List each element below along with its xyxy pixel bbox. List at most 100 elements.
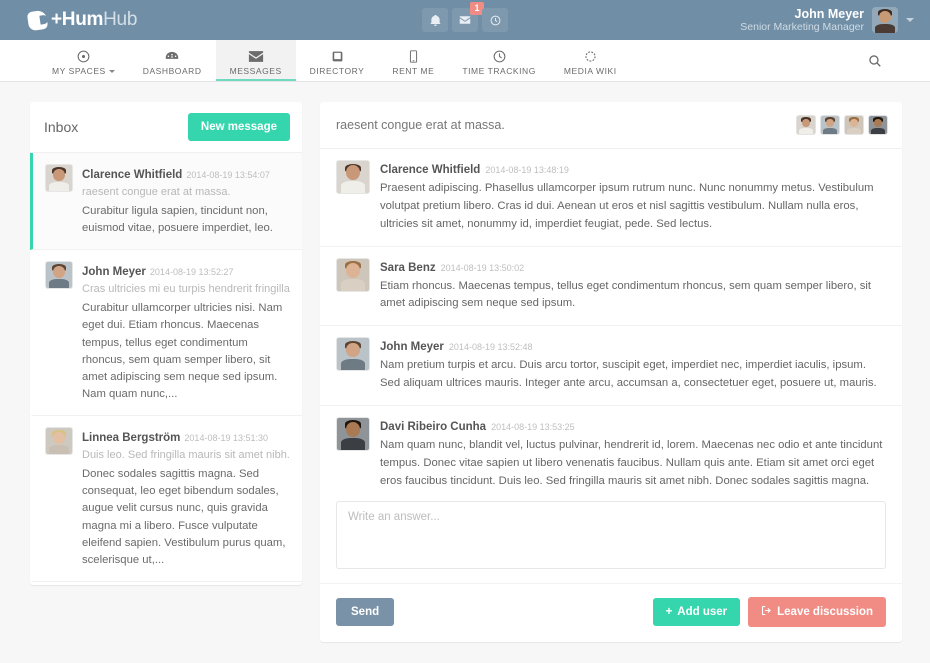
leave-discussion-label: Leave discussion <box>777 606 873 618</box>
avatar-body <box>340 438 366 450</box>
avatar <box>45 427 73 456</box>
avatar-body <box>340 181 366 193</box>
participant-avatar[interactable] <box>820 115 840 135</box>
avatar-face <box>337 417 369 450</box>
avatar[interactable] <box>872 7 898 33</box>
answer-input[interactable] <box>336 501 886 569</box>
avatar-face <box>869 116 887 134</box>
avatar-head <box>53 431 65 444</box>
message-timestamp: 2014-08-19 13:53:25 <box>491 421 575 432</box>
nav-label-my-spaces: MY SPACES <box>52 66 106 76</box>
avatar-face <box>872 7 898 33</box>
user-menu[interactable]: John Meyer Senior Marketing Manager <box>740 7 914 33</box>
message-item: John Meyer 2014-08-19 13:52:48 Nam pretium… <box>320 326 902 406</box>
message-author: John Meyer <box>380 341 444 354</box>
new-message-button[interactable]: New message <box>187 113 290 141</box>
conversation-snippet: Donec sodales sagittis magna. Sed conseq… <box>82 468 286 566</box>
avatar-face <box>821 116 839 134</box>
message-text: Nam pretium turpis et arcu. Duis arcu to… <box>380 359 877 390</box>
message-text: Etiam rhoncus. Maecenas tempus, tellus e… <box>380 279 872 310</box>
send-button[interactable]: Send <box>336 598 395 626</box>
avatar-head <box>879 10 891 23</box>
target-icon <box>77 49 90 63</box>
conversation-item[interactable]: Linnea Bergström 2014-08-19 13:51:30 Duis … <box>30 416 302 582</box>
main-navigation: MY SPACES DASHBOARD MESSAGES DIRECTORY R… <box>0 40 930 82</box>
avatar-face <box>46 428 72 455</box>
participant-avatar[interactable] <box>868 115 888 135</box>
avatar <box>45 261 73 290</box>
plus-icon: + <box>665 606 673 618</box>
avatar-face <box>797 116 815 134</box>
nav-item-messages[interactable]: MESSAGES <box>215 40 296 81</box>
avatar-head <box>53 168 65 181</box>
add-user-label: Add user <box>677 606 728 618</box>
nav-item-directory[interactable]: DIRECTORY <box>296 40 379 81</box>
conversation-item[interactable]: Linnea Bergström2014-08-19 13:51:09Quisq… <box>30 582 302 585</box>
conversation-snippet: Curabitur ullamcorper ultricies nisi. Na… <box>82 302 283 400</box>
participant-avatars <box>796 115 888 135</box>
chevron-down-icon <box>108 70 115 73</box>
nav-item-media-wiki[interactable]: MEDIA WIKI <box>550 40 631 81</box>
conversation-item[interactable]: Clarence Whitfield 2014-08-19 13:54:07 rae… <box>30 153 302 251</box>
leave-discussion-button[interactable]: Leave discussion <box>748 597 886 627</box>
book-icon <box>331 49 344 63</box>
mobile-icon <box>409 49 418 63</box>
bell-icon[interactable] <box>422 8 448 32</box>
clock-icon[interactable] <box>482 8 508 32</box>
nav-item-dashboard[interactable]: DASHBOARD <box>129 40 216 81</box>
search-icon[interactable] <box>868 40 930 81</box>
conversation-sender: Clarence Whitfield <box>82 169 183 181</box>
avatar-body <box>875 23 895 33</box>
conversation-item[interactable]: John Meyer 2014-08-19 13:52:27 Cras ultric… <box>30 250 302 417</box>
nav-label-media-wiki: MEDIA WIKI <box>563 66 617 76</box>
sun-icon <box>584 49 597 63</box>
conversation-list: Clarence Whitfield 2014-08-19 13:54:07 rae… <box>30 153 302 585</box>
topbar-icon-group: 1 <box>422 2 508 32</box>
message-text: Nam quam nunc, blandit vel, luctus pulvi… <box>380 438 883 487</box>
avatar-face <box>46 165 72 191</box>
message-timestamp: 2014-08-19 13:50:02 <box>440 262 525 273</box>
logo-prefix: +Hum <box>51 9 104 30</box>
avatar[interactable] <box>336 416 370 451</box>
participant-avatar[interactable] <box>796 115 816 135</box>
message-author: Davi Ribeiro Cunha <box>380 420 487 433</box>
avatar-head <box>802 118 810 127</box>
conversation-subject: Duis leo. Sed fringilla mauris sit amet … <box>82 449 290 462</box>
conversation-timestamp: 2014-08-19 13:54:07 <box>186 170 270 180</box>
avatar-face <box>337 338 369 371</box>
inbox-panel: Inbox New message Clarence Whitfield 2014… <box>30 102 302 585</box>
avatar-body <box>871 127 885 134</box>
chevron-down-icon[interactable] <box>906 18 914 22</box>
conversation-timestamp: 2014-08-19 13:52:27 <box>149 267 234 278</box>
conversation-sender: John Meyer <box>82 266 146 279</box>
envelope-icon[interactable]: 1 <box>452 2 484 32</box>
nav-item-rent-me[interactable]: RENT ME <box>378 40 448 81</box>
avatar-face <box>337 161 369 193</box>
avatar-head <box>53 265 65 278</box>
avatar[interactable] <box>336 337 370 372</box>
conversation-panel: raesent congue erat at massa. Clarence W… <box>320 102 902 642</box>
message-list: Clarence Whitfield 2014-08-19 13:48:19 Pra… <box>320 149 902 488</box>
add-user-button[interactable]: + Add user <box>652 598 741 626</box>
conversation-subject: raesent congue erat at massa. <box>82 186 231 198</box>
avatar-head <box>826 118 834 127</box>
message-item: Sara Benz 2014-08-19 13:50:02 Etiam rhoncu… <box>320 247 902 327</box>
exit-icon <box>761 605 772 619</box>
inbox-header: Inbox New message <box>30 102 302 153</box>
message-timestamp: 2014-08-19 13:52:48 <box>448 342 533 353</box>
avatar[interactable] <box>336 160 370 194</box>
user-name: John Meyer <box>794 6 864 21</box>
avatar-body <box>799 127 813 134</box>
humhub-logo[interactable]: +HumHub <box>26 9 137 31</box>
nav-item-my-spaces[interactable]: MY SPACES <box>38 40 129 81</box>
humhub-logo-mark <box>26 9 49 31</box>
participant-avatar[interactable] <box>844 115 864 135</box>
avatar-body <box>847 127 861 134</box>
avatar-head <box>345 263 361 278</box>
avatar-body <box>49 181 69 191</box>
message-timestamp: 2014-08-19 13:48:19 <box>485 165 569 175</box>
nav-item-time-tracking[interactable]: TIME TRACKING <box>448 40 550 81</box>
avatar[interactable] <box>336 257 370 292</box>
avatar-head <box>850 118 858 127</box>
conversation-header: raesent congue erat at massa. <box>320 102 902 149</box>
